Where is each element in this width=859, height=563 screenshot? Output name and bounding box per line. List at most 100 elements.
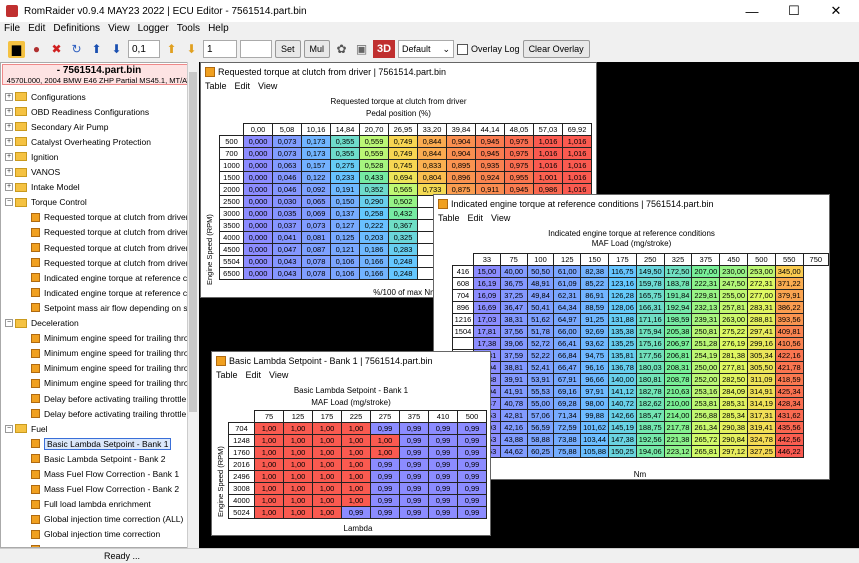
expander-icon[interactable]: − [5, 198, 13, 207]
table-cell[interactable]: 57,06 [526, 409, 555, 422]
table-cell[interactable]: 1,00 [254, 458, 284, 471]
table-cell[interactable]: 15,00 [472, 265, 501, 278]
row-header[interactable]: 700 [219, 147, 244, 160]
table-cell[interactable]: 230,00 [719, 265, 748, 278]
window-titlebar[interactable]: Basic Lambda Setpoint - Bank 1 | 7561514… [212, 352, 490, 369]
table-cell[interactable]: 0,975 [504, 159, 534, 172]
table-cell[interactable]: 40,78 [499, 397, 528, 410]
table-cell[interactable]: 0,99 [428, 446, 458, 459]
table-cell[interactable]: 297,12 [719, 445, 748, 458]
expander-icon[interactable]: + [5, 168, 13, 176]
table-window-indicated-torque[interactable]: Indicated engine torque at reference con… [433, 194, 830, 480]
table-cell[interactable]: 317,31 [747, 409, 776, 422]
remove-icon[interactable]: ✖ [48, 41, 65, 58]
column-header[interactable]: 14,84 [330, 123, 360, 136]
table-cell[interactable]: 0,043 [272, 267, 302, 280]
table-cell[interactable]: 314,91 [747, 385, 776, 398]
table-cell[interactable]: 0,122 [301, 171, 331, 184]
column-header[interactable]: 500 [457, 410, 487, 423]
tree-table-item[interactable]: Mass Fuel Flow Correction - Bank 2 [31, 482, 179, 497]
table-cell[interactable]: 0,000 [243, 183, 273, 196]
row-header[interactable]: 1216 [452, 313, 474, 326]
table-cell[interactable]: 0,935 [475, 159, 505, 172]
compare-select[interactable]: Default ⌄ [398, 40, 455, 58]
menu-table[interactable]: Table [212, 369, 242, 382]
column-header[interactable]: 33 [472, 253, 501, 266]
expander-icon[interactable]: − [5, 319, 13, 327]
table-cell[interactable]: 314,19 [747, 397, 776, 410]
table-cell[interactable]: 123,16 [608, 277, 637, 290]
table-cell[interactable]: 96,66 [580, 373, 610, 386]
increment-coarse-icon[interactable]: ⬆ [88, 41, 105, 58]
table-cell[interactable]: 0,99 [399, 458, 429, 471]
table-cell[interactable]: 0,99 [457, 458, 487, 471]
table-cell[interactable]: 103,44 [580, 433, 610, 446]
column-header[interactable]: 75 [254, 410, 284, 423]
table-cell[interactable]: 0,833 [417, 159, 447, 172]
table-cell[interactable]: 36,75 [499, 277, 528, 290]
close-rom-icon[interactable]: ● [28, 41, 45, 58]
column-header[interactable]: 410 [428, 410, 458, 423]
table-cell[interactable]: 1,00 [312, 422, 342, 435]
row-header[interactable] [452, 337, 474, 350]
table-cell[interactable]: 0,559 [359, 147, 389, 160]
open-icon[interactable]: ▆ [8, 40, 25, 58]
table-cell[interactable]: 16,69 [472, 301, 501, 314]
table-cell[interactable]: 0,99 [370, 482, 400, 495]
table-cell[interactable]: 0,745 [388, 159, 418, 172]
tree-table-item[interactable]: Mass Fuel Flow Correction - Bank 1 [31, 467, 179, 482]
increment-fine-icon[interactable]: ⬆ [163, 41, 180, 58]
table-cell[interactable]: 232,13 [691, 301, 721, 314]
column-header[interactable]: 325 [663, 253, 693, 266]
tree-table-item[interactable]: Delay before activating trailing throttl… [31, 391, 196, 406]
expander-icon[interactable]: + [5, 92, 13, 101]
table-cell[interactable]: 283,31 [747, 301, 776, 314]
table-cell[interactable]: 183,78 [663, 277, 693, 290]
table-cell[interactable]: 422,16 [774, 349, 804, 362]
table-cell[interactable]: 52,41 [526, 361, 555, 374]
table-cell[interactable]: 1,016 [562, 159, 592, 172]
table-cell[interactable]: 145,19 [608, 421, 637, 434]
table-cell[interactable]: 0,046 [272, 171, 302, 184]
table-cell[interactable]: 0,924 [475, 171, 505, 184]
table-cell[interactable]: 166,31 [635, 301, 665, 314]
table-cell[interactable]: 38,31 [499, 313, 528, 326]
table-cell[interactable]: 0,000 [243, 147, 273, 160]
table-cell[interactable]: 0,99 [457, 482, 487, 495]
tree-table-item[interactable]: Requested torque at clutch from driver i… [31, 240, 197, 255]
table-cell[interactable]: 0,99 [457, 434, 487, 447]
table-cell[interactable]: 0,99 [428, 506, 458, 519]
table-cell[interactable]: 175,94 [635, 325, 665, 338]
table-cell[interactable]: 0,069 [301, 207, 331, 220]
table-cell[interactable]: 409,81 [774, 325, 804, 338]
table-cell[interactable]: 105,88 [580, 445, 610, 458]
table-cell[interactable]: 0,565 [388, 183, 418, 196]
table-cell[interactable]: 210,63 [663, 385, 693, 398]
table-cell[interactable]: 0,694 [388, 171, 418, 184]
table-cell[interactable]: 0,99 [428, 470, 458, 483]
table-cell[interactable]: 0,063 [272, 159, 302, 172]
expander-icon[interactable]: + [5, 183, 13, 192]
table-cell[interactable]: 17,81 [472, 325, 501, 338]
tree-folder[interactable]: + Ignition [5, 149, 58, 164]
table-cell[interactable]: 1,00 [312, 506, 342, 519]
table-cell[interactable]: 0,000 [243, 195, 273, 208]
set-button[interactable]: Set [275, 40, 301, 58]
table-cell[interactable]: 55,53 [526, 385, 555, 398]
table-cell[interactable]: 0,975 [504, 135, 534, 148]
table-cell[interactable]: 131,88 [608, 313, 637, 326]
table-cell[interactable]: 442,56 [774, 433, 804, 446]
table-cell[interactable]: 0,125 [330, 231, 360, 244]
table-cell[interactable]: 37,25 [499, 289, 528, 302]
table-cell[interactable]: 0,073 [301, 219, 331, 232]
table-cell[interactable]: 41,91 [499, 385, 528, 398]
table-cell[interactable]: 99,88 [580, 409, 610, 422]
table-cell[interactable]: 265,72 [691, 433, 721, 446]
table-cell[interactable]: 208,31 [663, 361, 693, 374]
table-cell[interactable]: 141,12 [608, 385, 637, 398]
color-scale-icon[interactable]: ✿ [333, 41, 350, 58]
table-cell[interactable]: 272,31 [747, 277, 776, 290]
table-cell[interactable]: 1,00 [254, 446, 284, 459]
table-cell[interactable]: 0,000 [243, 231, 273, 244]
table-cell[interactable]: 256,88 [691, 409, 721, 422]
